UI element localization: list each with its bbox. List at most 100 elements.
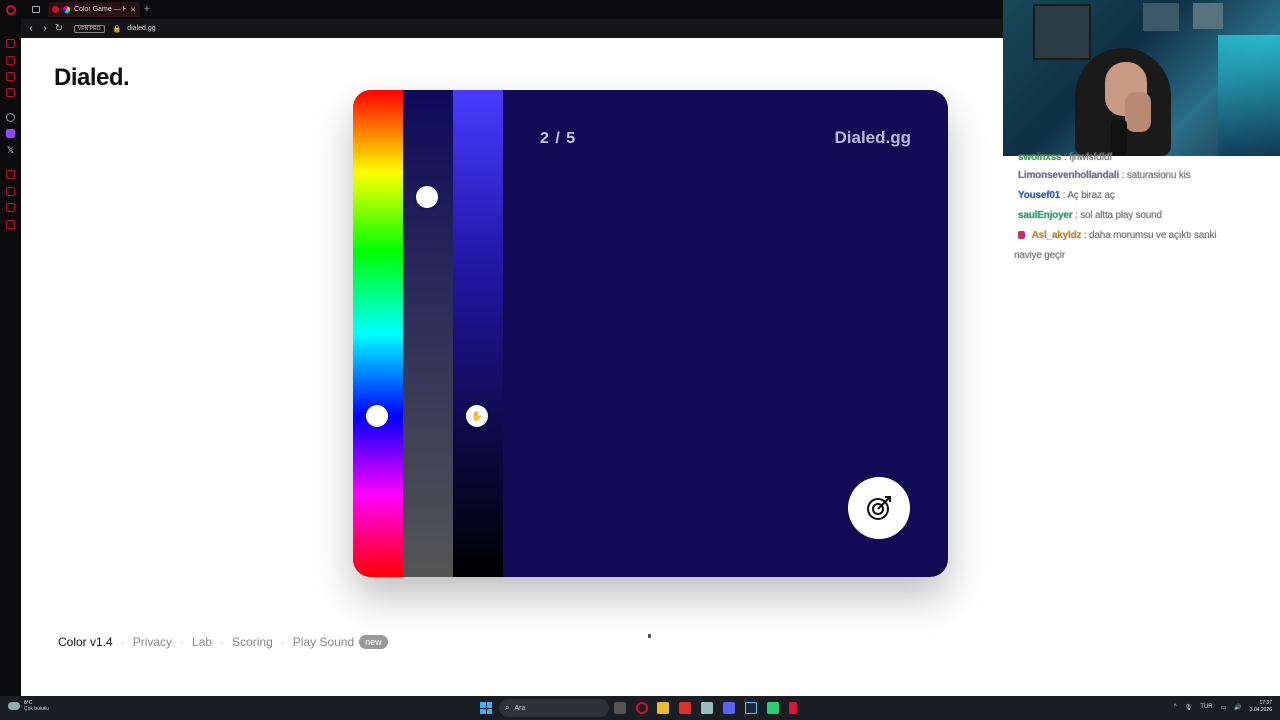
- screen: Color Game — How W ✕ + ‹ › ↻ VPN PRO 🔒 d…: [0, 0, 1280, 720]
- app-icon[interactable]: [767, 702, 779, 714]
- address-bar: ‹ › ↻ VPN PRO 🔒 dialed.gg: [0, 19, 1003, 38]
- tab-title: Color Game — How W: [74, 6, 127, 13]
- chat-text: : daha morumsu ve açıktı sanki: [1083, 230, 1217, 241]
- system-tray: ^ 🎙 TUR ▭ 🔊 17:37 3.04.2026: [1174, 700, 1272, 714]
- chevron-up-icon[interactable]: ^: [1174, 704, 1177, 710]
- color-game-card: ✋ 2 / 5 Dialed.gg: [353, 90, 948, 577]
- extensions-icon[interactable]: [6, 203, 15, 212]
- app-icon[interactable]: [679, 702, 691, 714]
- chat-message: Asl_akyldz : daha morumsu ve açıktı sank…: [1018, 230, 1216, 241]
- cloud-icon: [8, 702, 20, 710]
- lightness-slider[interactable]: [453, 90, 503, 577]
- task-view-icon[interactable]: [614, 702, 626, 714]
- language-indicator[interactable]: TUR: [1200, 704, 1212, 710]
- footer-separator: ·: [220, 635, 225, 649]
- start-button[interactable]: [480, 702, 492, 714]
- chat-username: Limonsevenhollandali: [1018, 170, 1120, 181]
- network-icon[interactable]: ▭: [1221, 704, 1227, 711]
- brand-label: Dialed.gg: [834, 128, 911, 147]
- ambient-light: [1218, 35, 1280, 156]
- twitch-icon[interactable]: [6, 129, 15, 138]
- chat-message: Yousef01 : Aç biraz aç: [1018, 190, 1115, 201]
- browser-tab[interactable]: Color Game — How W ✕: [48, 2, 140, 17]
- chat-overlay: swoinxss : fjnwfsfdfdf Limonsevenholland…: [1003, 152, 1280, 696]
- wall-poster: [1193, 3, 1223, 29]
- youtube-icon: [52, 6, 59, 13]
- streamer-hand: [1125, 92, 1151, 132]
- browser-logo-icon[interactable]: [6, 4, 16, 15]
- windows-logo-pane: [480, 702, 486, 708]
- file-explorer-icon[interactable]: [657, 702, 669, 714]
- weather-widget[interactable]: 8°C Çok bulutlu: [8, 700, 49, 712]
- microphone-icon[interactable]: 🎙: [1185, 704, 1193, 711]
- speed-dial-icon[interactable]: [6, 39, 15, 48]
- opera-gx-icon[interactable]: [636, 702, 648, 714]
- streamer-webcam: [1003, 0, 1280, 156]
- workspaces-icon[interactable]: [32, 6, 40, 13]
- web-page: Dialed. ✋ 2 / 5 Dialed.gg Color v1.4 · P…: [21, 38, 1003, 696]
- footer-separator: ·: [120, 635, 125, 649]
- scoring-link[interactable]: Scoring: [232, 635, 273, 649]
- time: 17:37: [1259, 700, 1272, 706]
- lightness-slider-handle[interactable]: ✋: [466, 405, 488, 428]
- play-sound-link[interactable]: Play Sound: [293, 635, 354, 649]
- version-label: Color v1.4: [58, 635, 113, 649]
- clock[interactable]: 17:37 3.04.2026: [1250, 700, 1272, 714]
- windows-logo-pane: [486, 702, 492, 708]
- back-icon[interactable]: ‹: [24, 23, 38, 34]
- browser-tab-bar: Color Game — How W ✕ +: [0, 0, 1003, 19]
- windows-taskbar: 8°C Çok bulutlu ⌕ Ara ^ 🎙 TUR ▭ 🔊 17:37 …: [0, 696, 1280, 720]
- chat-text: : saturasionu kis: [1121, 170, 1191, 181]
- hue-slider[interactable]: [353, 90, 403, 577]
- chat-text: : fjnwfsfdfdf: [1064, 152, 1112, 163]
- reload-icon[interactable]: ↻: [52, 23, 66, 34]
- new-badge: new: [359, 635, 388, 649]
- search-icon: ⌕: [505, 703, 510, 712]
- clock-icon[interactable]: [6, 187, 15, 196]
- url-field[interactable]: dialed.gg: [127, 25, 155, 32]
- volume-icon[interactable]: 🔊: [1234, 704, 1241, 711]
- chat-username: Asl_akyldz: [1031, 230, 1082, 241]
- chat-username: Yousef01: [1018, 190, 1061, 201]
- messenger-icon[interactable]: [6, 56, 15, 65]
- windows-logo-pane: [480, 708, 486, 714]
- chat-text: : sol altta play sound: [1075, 210, 1162, 221]
- taskbar-search[interactable]: ⌕ Ara: [499, 699, 609, 717]
- app-icon[interactable]: [701, 702, 713, 714]
- x-icon[interactable]: 𝕏: [6, 146, 15, 155]
- instagram-icon[interactable]: [6, 88, 15, 97]
- page-footer: Color v1.4 · Privacy · Lab · Scoring · P…: [58, 635, 388, 649]
- privacy-link[interactable]: Privacy: [133, 635, 172, 649]
- windows-logo-pane: [486, 708, 492, 714]
- discord-icon[interactable]: [723, 702, 735, 714]
- grab-hand-icon: ✋: [471, 411, 483, 422]
- forward-icon[interactable]: ›: [38, 23, 52, 34]
- footer-separator: ·: [180, 635, 185, 649]
- wall-poster: [1143, 3, 1179, 31]
- saturation-slider-handle[interactable]: [416, 186, 438, 209]
- close-tab-icon[interactable]: ✕: [130, 6, 136, 14]
- microphone: [1111, 120, 1127, 156]
- whatsapp-icon[interactable]: [6, 72, 15, 81]
- new-tab-button[interactable]: +: [144, 4, 150, 15]
- chat-message: saulEnjoyer : sol altta play sound: [1018, 210, 1162, 221]
- weather-condition: Çok bulutlu: [24, 706, 50, 712]
- tab-favicon-icon: [63, 6, 70, 13]
- target-icon: [867, 496, 891, 520]
- lock-icon[interactable]: 🔒: [113, 25, 122, 33]
- vpn-badge[interactable]: VPN PRO: [74, 24, 105, 33]
- chatgpt-icon[interactable]: [6, 113, 15, 122]
- saturation-slider[interactable]: [403, 90, 453, 577]
- chat-message: swoinxss : fjnwfsfdfdf: [1018, 152, 1112, 163]
- site-logo[interactable]: Dialed.: [54, 64, 130, 92]
- settings-icon[interactable]: [6, 220, 15, 229]
- search-placeholder: Ara: [514, 704, 526, 712]
- history-icon[interactable]: [6, 170, 15, 179]
- chat-message: naviye geçir: [1014, 250, 1065, 261]
- steam-icon[interactable]: [745, 702, 757, 714]
- browser-sidebar: 𝕏: [0, 19, 21, 696]
- chat-message: Limonsevenhollandali : saturasionu kis: [1018, 170, 1191, 181]
- lab-link[interactable]: Lab: [192, 635, 212, 649]
- app-icon[interactable]: [789, 702, 797, 714]
- submit-guess-button[interactable]: [848, 477, 910, 539]
